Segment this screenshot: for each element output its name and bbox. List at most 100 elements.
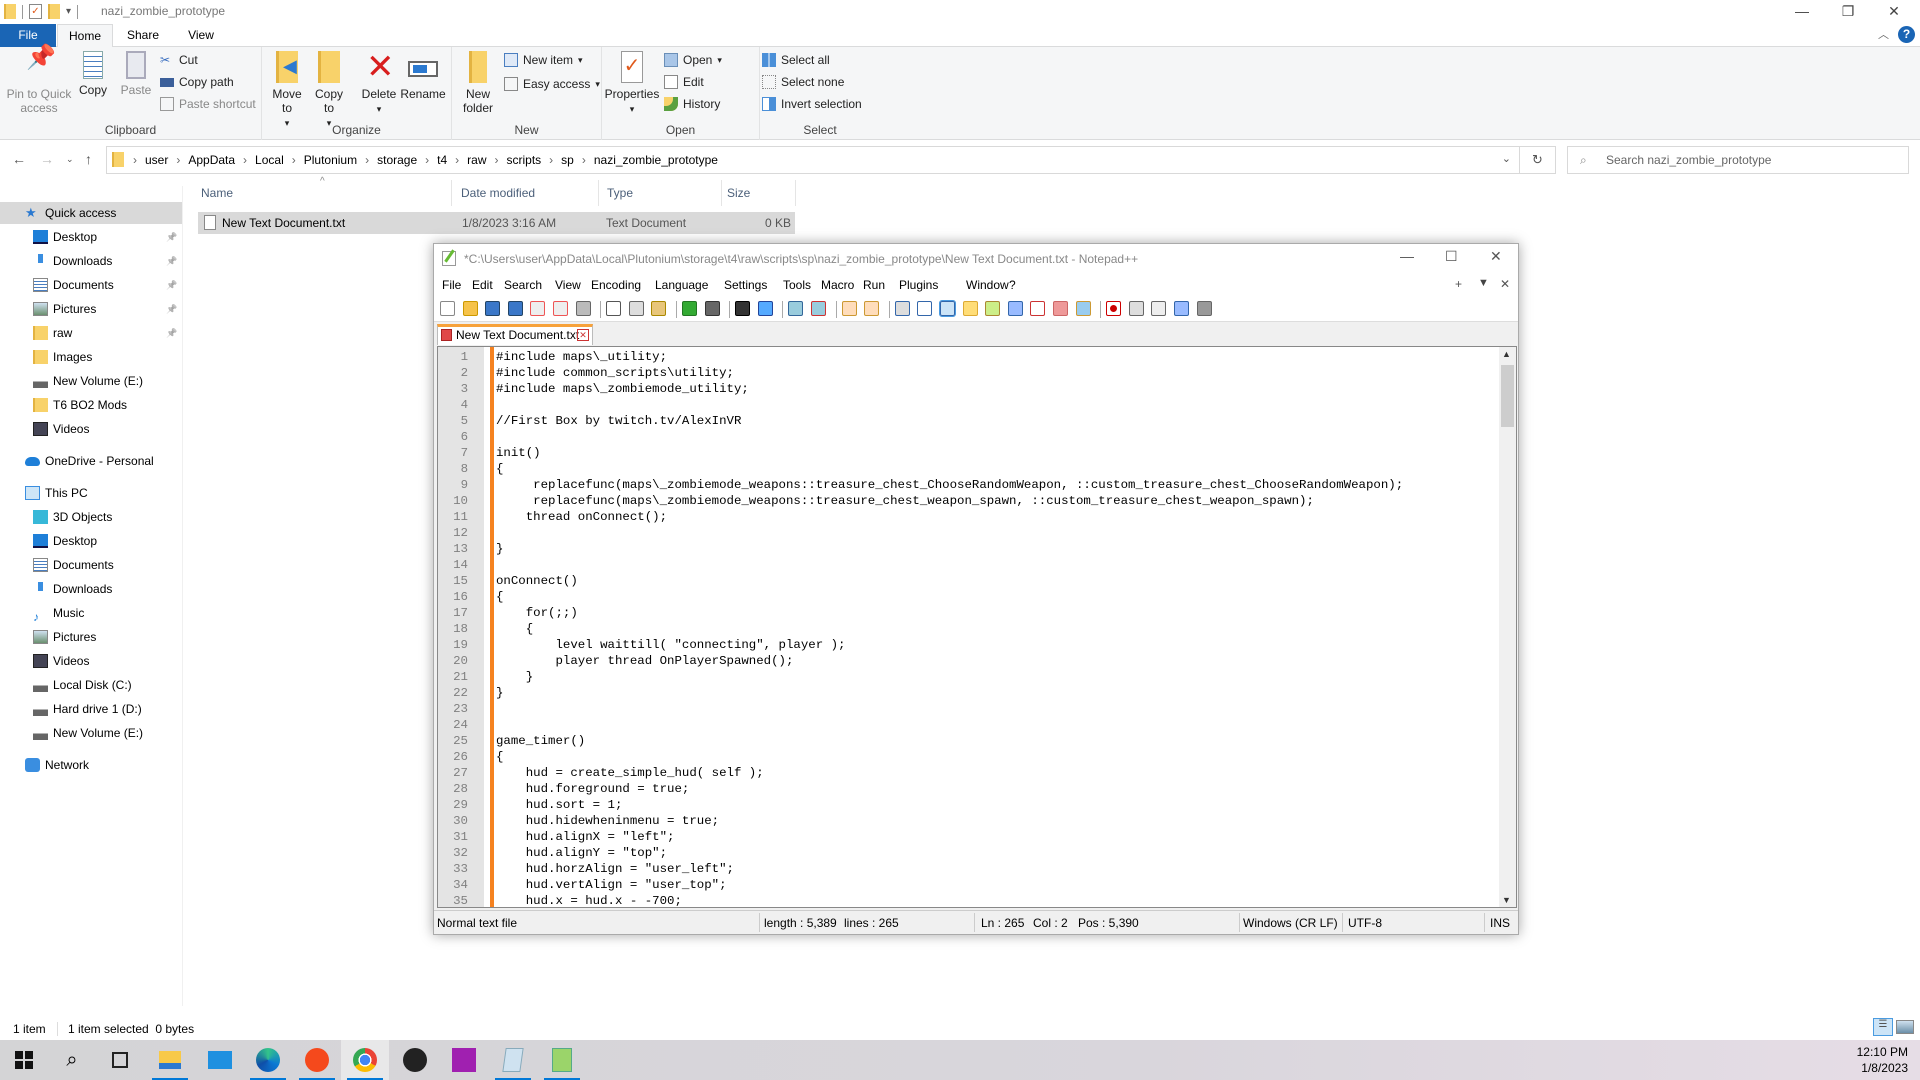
edit-button[interactable]: Edit	[664, 75, 704, 89]
breadcrumb-separator-icon[interactable]: ›	[243, 153, 247, 167]
sidebar-item-pictures[interactable]: Pictures	[0, 626, 182, 648]
document-tab[interactable]: New Text Document.txt ✕	[437, 324, 593, 345]
breadcrumb-item[interactable]: t4	[437, 153, 447, 167]
column-date-modified[interactable]: Date modified	[461, 186, 535, 200]
select-none-button[interactable]: Select none	[762, 75, 844, 89]
column-name[interactable]: Name	[201, 186, 233, 200]
breadcrumb-separator-icon[interactable]: ›	[495, 153, 499, 167]
menu-search[interactable]: Search	[504, 278, 542, 292]
breadcrumb-separator-icon[interactable]: ›	[549, 153, 553, 167]
paste-button[interactable]: Paste	[116, 51, 156, 97]
breadcrumb-item[interactable]: storage	[377, 153, 417, 167]
taskbar-photos[interactable]	[440, 1040, 488, 1080]
pin-icon[interactable]: 📌	[166, 274, 177, 296]
new-file-icon[interactable]	[440, 301, 455, 316]
taskbar-chrome[interactable]	[341, 1040, 389, 1080]
rename-button[interactable]: Rename	[400, 51, 446, 101]
redo-icon[interactable]	[704, 301, 720, 316]
scroll-up-icon[interactable]: ▲	[1502, 349, 1511, 359]
scroll-down-icon[interactable]: ▼	[1502, 895, 1511, 905]
breadcrumb-separator-icon[interactable]: ›	[133, 153, 137, 167]
menu-tools[interactable]: Tools	[783, 278, 811, 292]
copy-button[interactable]: Copy	[76, 51, 110, 97]
doc-list-icon[interactable]	[1030, 301, 1046, 316]
taskbar-soundcloud[interactable]	[293, 1040, 341, 1080]
sidebar-item-hard-drive-1-d[interactable]: Hard drive 1 (D:)	[0, 698, 182, 720]
taskbar-notepad[interactable]	[489, 1040, 537, 1080]
word-wrap-icon[interactable]	[894, 301, 910, 316]
breadcrumb-item[interactable]: AppData	[188, 153, 235, 167]
open-file-icon[interactable]	[462, 301, 478, 316]
breadcrumb-separator-icon[interactable]: ›	[582, 153, 586, 167]
close-doc-button[interactable]: ✕	[1500, 277, 1510, 291]
pin-icon[interactable]: 📌	[166, 250, 177, 272]
system-clock[interactable]: 12:10 PM 1/8/2023	[1857, 1044, 1908, 1076]
search-button[interactable]: ⌕	[48, 1040, 96, 1080]
doc-map-icon[interactable]	[985, 301, 1001, 316]
tab-view[interactable]: View	[178, 24, 224, 47]
sidebar-item-quick-access[interactable]: ★ Quick access	[0, 202, 182, 224]
scroll-thumb[interactable]	[1501, 365, 1514, 427]
play-macro-icon[interactable]	[1151, 301, 1167, 316]
new-item-button[interactable]: New item ▾	[504, 53, 583, 67]
run-macro-multiple-icon[interactable]	[1174, 301, 1189, 316]
pin-icon[interactable]: 📌	[166, 226, 177, 248]
sidebar-item-videos[interactable]: Videos	[0, 418, 182, 440]
menu-settings[interactable]: Settings	[724, 278, 767, 292]
cut-button[interactable]: ✂ Cut	[160, 53, 198, 67]
back-button[interactable]: ←	[12, 151, 26, 167]
start-button[interactable]	[0, 1040, 48, 1080]
breadcrumb-item[interactable]: scripts	[507, 153, 542, 167]
properties-qat-icon[interactable]: ✓	[29, 4, 42, 19]
collapse-ribbon-icon[interactable]: ︿	[1878, 26, 1889, 42]
tab-home[interactable]: Home	[57, 24, 113, 48]
sidebar-item-network[interactable]: Network	[0, 754, 182, 776]
copy-to-button[interactable]: Copy to ▾	[312, 51, 346, 130]
breadcrumb-item[interactable]: Plutonium	[304, 153, 357, 167]
sidebar-item-local-disk-c[interactable]: Local Disk (C:)	[0, 674, 182, 696]
sidebar-item-new-volume-e[interactable]: New Volume (E:)	[0, 722, 182, 744]
tab-share[interactable]: Share	[120, 24, 166, 47]
sidebar-item-new-volume-e[interactable]: New Volume (E:)	[0, 370, 182, 392]
task-view-button[interactable]	[96, 1040, 144, 1080]
up-button[interactable]: ↑	[85, 151, 92, 167]
restore-button[interactable]: ❐	[1825, 0, 1871, 24]
sidebar-item-3d-objects[interactable]: 3D Objects	[0, 506, 182, 528]
file-row[interactable]: New Text Document.txt 1/8/2023 3:16 AM T…	[198, 212, 795, 234]
record-macro-icon[interactable]	[1106, 301, 1122, 316]
refresh-button[interactable]: ↻	[1520, 146, 1556, 174]
breadcrumb-item[interactable]: sp	[561, 153, 574, 167]
zoom-in-icon[interactable]	[788, 301, 804, 316]
sidebar-item-onedrive-personal[interactable]: OneDrive - Personal	[0, 450, 182, 472]
taskbar-file-explorer[interactable]	[146, 1040, 194, 1080]
close-button[interactable]: ✕	[1871, 0, 1917, 24]
folder-workspace-icon[interactable]	[1053, 301, 1068, 316]
delete-button[interactable]: ✕ Delete ▾	[360, 50, 398, 116]
save-all-icon[interactable]	[507, 301, 523, 316]
sidebar-item-downloads[interactable]: Downloads 📌	[0, 250, 182, 272]
stop-record-icon[interactable]	[1128, 301, 1144, 316]
zoom-out-icon[interactable]	[811, 301, 826, 316]
vertical-scrollbar[interactable]: ▲ ▼	[1499, 347, 1516, 907]
menu-language[interactable]: Language	[655, 278, 708, 292]
sidebar-item-pictures[interactable]: Pictures 📌	[0, 298, 182, 320]
forward-button[interactable]: →	[40, 151, 54, 167]
cut-icon[interactable]	[606, 301, 622, 316]
replace-icon[interactable]	[757, 301, 773, 316]
tab-close-icon[interactable]: ✕	[577, 329, 589, 341]
column-size[interactable]: Size	[727, 186, 750, 200]
sidebar-item-documents[interactable]: Documents 📌	[0, 274, 182, 296]
taskbar-mail[interactable]	[196, 1040, 244, 1080]
new-tab-button[interactable]: +	[1455, 277, 1462, 291]
breadcrumb-item[interactable]: Local	[255, 153, 284, 167]
history-button[interactable]: History	[664, 97, 720, 111]
sidebar-item-music[interactable]: ♪ Music	[0, 602, 182, 624]
breadcrumb-separator-icon[interactable]: ›	[455, 153, 459, 167]
function-list-icon[interactable]	[1007, 301, 1023, 316]
taskbar-edge[interactable]	[244, 1040, 292, 1080]
search-input[interactable]: ⌕ Search nazi_zombie_prototype	[1567, 146, 1909, 174]
menu-edit[interactable]: Edit	[472, 278, 493, 292]
tab-list-button[interactable]: ▼	[1478, 277, 1489, 289]
menu-help[interactable]: ?	[1009, 278, 1016, 292]
paste-shortcut-button[interactable]: Paste shortcut	[160, 97, 256, 111]
